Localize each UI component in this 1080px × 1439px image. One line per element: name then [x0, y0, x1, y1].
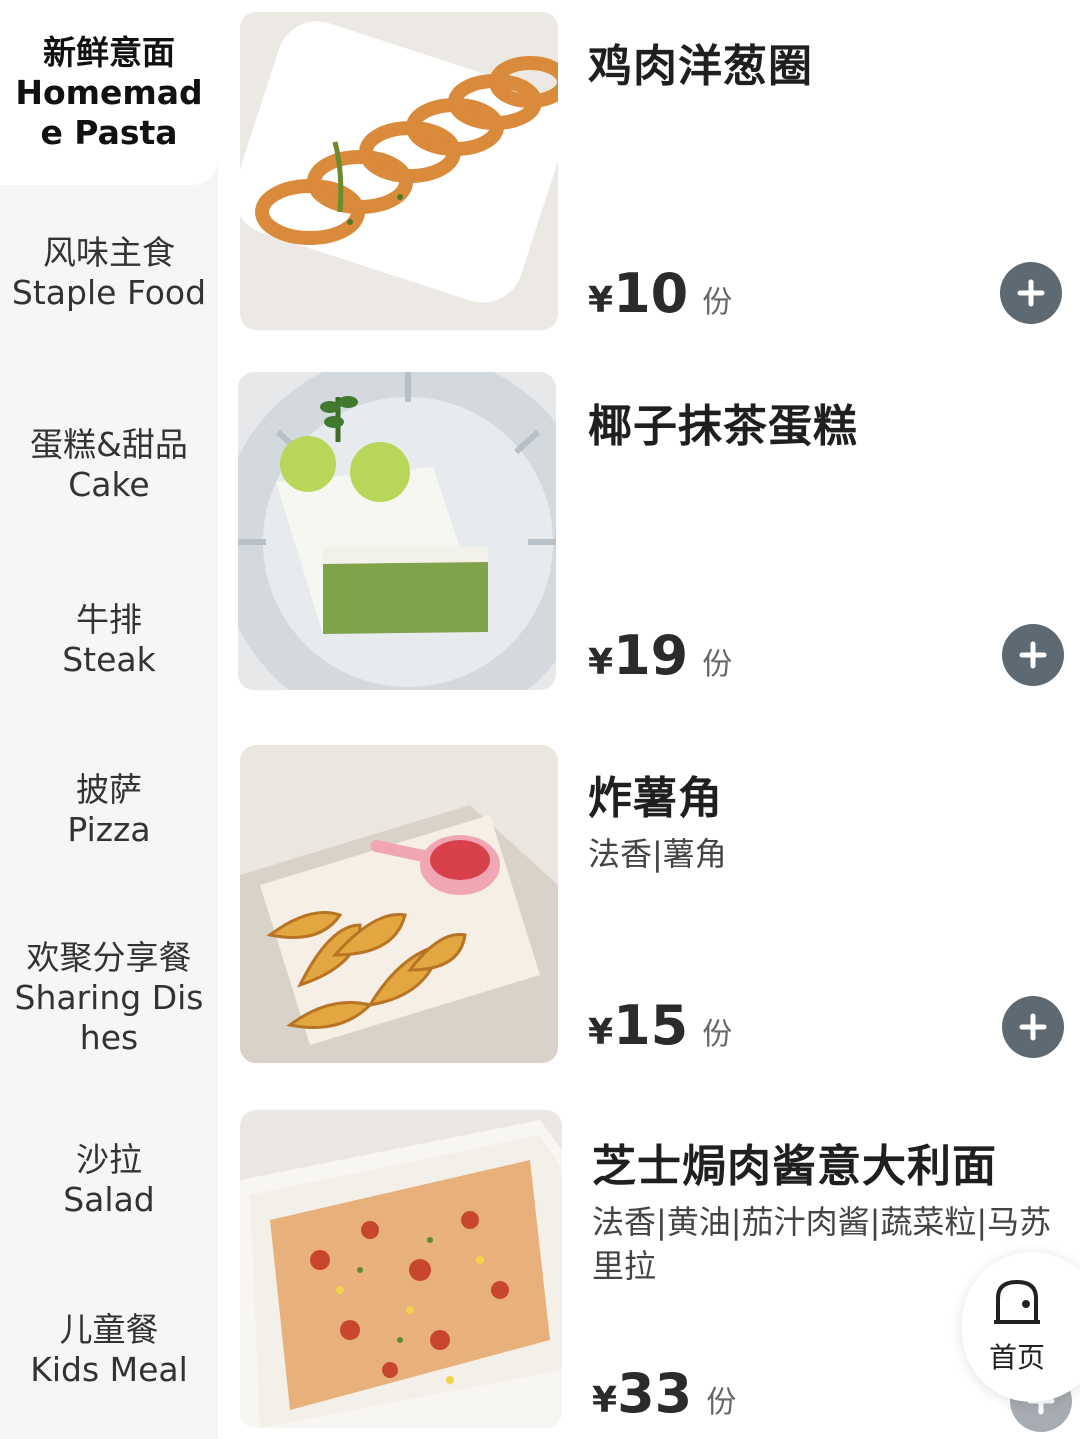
product-name: 芝士焗肉酱意大利面	[592, 1141, 997, 1192]
home-button[interactable]: 首页	[962, 1252, 1080, 1402]
category-item-homemade-pasta[interactable]: 新鲜意面 Homemade Pasta	[0, 0, 218, 185]
category-label-en: Staple Food	[11, 272, 207, 312]
category-item-salad[interactable]: 沙拉 Salad	[0, 1095, 218, 1265]
add-to-cart-button[interactable]	[1002, 996, 1064, 1058]
add-to-cart-button[interactable]	[1000, 262, 1062, 324]
price-value: 15	[613, 994, 689, 1057]
currency-symbol: ¥	[588, 642, 614, 683]
category-label-zh: 沙拉	[76, 1140, 142, 1179]
category-label-en: Pizza	[67, 810, 151, 849]
product-card[interactable]: 椰子抹茶蛋糕 ¥19 份	[218, 360, 1080, 730]
category-label-zh: 儿童餐	[59, 1310, 159, 1349]
category-label-zh: 牛排	[76, 600, 142, 639]
price-unit: 份	[706, 1385, 737, 1420]
plus-icon	[1019, 641, 1047, 669]
product-card[interactable]: 芝士焗肉酱意大利面 法香|黄油|茄汁肉酱|蔬菜粒|马苏里拉 ¥33 份	[218, 1100, 1080, 1439]
product-price: ¥33 份	[592, 1362, 736, 1425]
product-card[interactable]: 鸡肉洋葱圈 ¥10 份	[218, 0, 1080, 350]
price-unit: 份	[702, 647, 733, 682]
category-label-en: Cake	[68, 465, 150, 504]
matcha-cake-photo[interactable]	[238, 372, 556, 690]
category-label-en: Sharing Dishes	[14, 977, 204, 1057]
currency-symbol: ¥	[588, 1012, 614, 1053]
category-item-sharing-dishes[interactable]: 欢聚分享餐 Sharing Dishes	[0, 905, 218, 1090]
onion-rings-photo[interactable]	[240, 12, 558, 330]
category-label-en: Salad	[63, 1180, 155, 1219]
category-item-pizza[interactable]: 披萨 Pizza	[0, 725, 218, 895]
product-card[interactable]: 炸薯角 法香|薯角 ¥15 份	[218, 730, 1080, 1100]
plus-icon	[1017, 279, 1045, 307]
category-label-zh: 新鲜意面	[43, 32, 175, 72]
price-value: 33	[617, 1362, 693, 1425]
category-label-en: Kids Meal	[30, 1350, 188, 1389]
category-item-kids-meal[interactable]: 儿童餐 Kids Meal	[0, 1265, 218, 1435]
price-unit: 份	[702, 1017, 733, 1052]
category-label-zh: 蛋糕&甜品	[30, 425, 188, 464]
home-label: 首页	[988, 1341, 1045, 1374]
category-label-en: Steak	[62, 640, 156, 679]
category-sidebar: 新鲜意面 Homemade Pasta 风味主食 Staple Food 蛋糕&…	[0, 0, 218, 1439]
potato-wedges-photo[interactable]	[240, 745, 558, 1063]
product-price: ¥10 份	[588, 262, 732, 325]
category-label-zh: 风味主食	[43, 232, 175, 272]
product-name: 鸡肉洋葱圈	[588, 41, 813, 92]
plus-icon	[1019, 1013, 1047, 1041]
product-name: 炸薯角	[588, 773, 723, 824]
category-label-zh: 欢聚分享餐	[26, 937, 192, 977]
price-value: 19	[613, 624, 689, 687]
home-icon	[994, 1279, 1040, 1324]
product-price: ¥15 份	[588, 994, 732, 1057]
category-item-staple-food[interactable]: 风味主食 Staple Food	[0, 185, 218, 360]
lasagna-photo[interactable]	[240, 1110, 562, 1428]
price-value: 10	[613, 262, 689, 325]
add-to-cart-button[interactable]	[1002, 624, 1064, 686]
category-item-steak[interactable]: 牛排 Steak	[0, 555, 218, 725]
currency-symbol: ¥	[588, 280, 614, 321]
currency-symbol: ¥	[592, 1380, 618, 1421]
category-label-zh: 披萨	[76, 770, 142, 809]
product-price: ¥19 份	[588, 624, 732, 687]
product-name: 椰子抹茶蛋糕	[588, 401, 858, 452]
category-label-en: Homemade Pasta	[15, 72, 203, 152]
product-description: 法香|薯角	[588, 835, 727, 873]
category-item-cake[interactable]: 蛋糕&甜品 Cake	[0, 380, 218, 550]
price-unit: 份	[702, 285, 733, 320]
